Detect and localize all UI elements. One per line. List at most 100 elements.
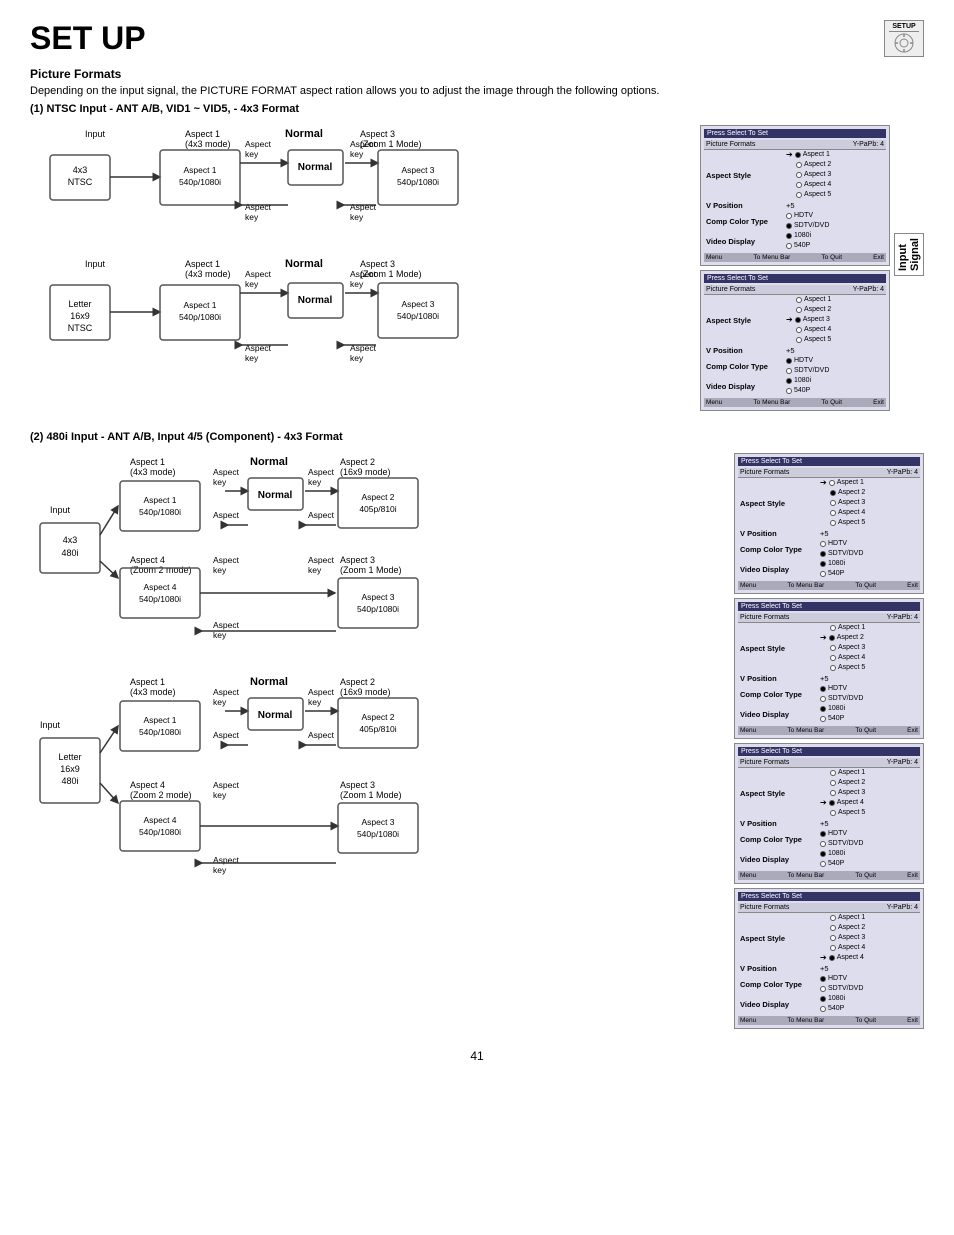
menu-option-aspect1-2: Aspect 1 — [786, 295, 831, 305]
menu-footer-tomenubar-6[interactable]: To Menu Bar — [787, 1017, 824, 1024]
svg-text:Aspect: Aspect — [308, 510, 335, 520]
menu-comp-options-5: HDTV SDTV/DVD — [820, 829, 863, 849]
menu-footer-toquit-6[interactable]: To Quit — [855, 1017, 876, 1024]
menu-vdisp-options-1: 1080i 540P — [786, 231, 811, 251]
menu-vdisp-1080-6: 1080i — [820, 994, 845, 1004]
svg-text:Letter: Letter — [68, 299, 91, 309]
menu-footer-exit-4[interactable]: Exit — [907, 727, 918, 734]
svg-text:Normal: Normal — [298, 162, 333, 173]
menu-footer-menu-6[interactable]: Menu — [740, 1017, 756, 1024]
section-title: Picture Formats — [30, 67, 924, 81]
menu-vdisp-540-4: 540P — [820, 714, 845, 724]
menu-option-a3-4: Aspect 3 — [820, 643, 865, 653]
svg-text:Aspect: Aspect — [350, 202, 377, 212]
menu-aspect-label-5: Aspect Style — [740, 788, 820, 799]
menu-footer-exit-3[interactable]: Exit — [907, 582, 918, 589]
menu-footer-menu-5[interactable]: Menu — [740, 872, 756, 879]
menu-footer-menu-1[interactable]: Menu — [706, 254, 722, 261]
menu-vpos-val-3: +5 — [820, 528, 829, 539]
svg-text:Input: Input — [50, 505, 71, 515]
menu-footer-tomenubar-2[interactable]: To Menu Bar — [753, 399, 790, 406]
svg-text:Aspect: Aspect — [245, 269, 272, 279]
radio-a5-6 — [829, 955, 835, 961]
radio-a1-6 — [830, 915, 836, 921]
svg-text:(16x9 mode): (16x9 mode) — [340, 467, 391, 477]
svg-text:4x3: 4x3 — [73, 165, 88, 175]
menu-vdisp-1080-5: 1080i — [820, 849, 845, 859]
menu-option-a5-4: Aspect 5 — [820, 663, 865, 673]
menu-footer-tomenubar-4[interactable]: To Menu Bar — [787, 727, 824, 734]
menu-footer-menu-3[interactable]: Menu — [740, 582, 756, 589]
svg-text:Aspect: Aspect — [213, 555, 240, 565]
menu-comp-hdtv-6: HDTV — [820, 974, 863, 984]
radio-sdtv-6 — [820, 986, 826, 992]
svg-text:540p/1080i: 540p/1080i — [139, 507, 181, 517]
svg-text:key: key — [213, 790, 227, 800]
svg-text:key: key — [350, 212, 364, 222]
menu-footer-toquit-3[interactable]: To Quit — [855, 582, 876, 589]
menu-vpos-label-6: V Position — [740, 963, 820, 974]
menu-vdisp-options-4: 1080i 540P — [820, 704, 845, 724]
menu-header-3: Press Select To Set — [738, 457, 920, 466]
svg-text:NTSC: NTSC — [68, 323, 93, 333]
480i-4x3-diagram: Aspect 1 (4x3 mode) Normal Aspect 2 (16x… — [30, 453, 490, 673]
svg-text:Normal: Normal — [250, 456, 288, 468]
menu-vdisp-540-1: 540P — [786, 241, 811, 251]
menu-vpos-val-5: +5 — [820, 818, 829, 829]
menu-comp-sdtv-3: SDTV/DVD — [820, 549, 863, 559]
menu-footer-toquit-4[interactable]: To Quit — [855, 727, 876, 734]
menu-footer-tomenubar-3[interactable]: To Menu Bar — [787, 582, 824, 589]
menu-footer-exit-6[interactable]: Exit — [907, 1017, 918, 1024]
radio-a5-4 — [830, 665, 836, 671]
menu-vpos-label-1: V Position — [706, 200, 786, 211]
menu-footer-exit-5[interactable]: Exit — [907, 872, 918, 879]
menu-footer-menu-2[interactable]: Menu — [706, 399, 722, 406]
menu-comp-hdtv-4: HDTV — [820, 684, 863, 694]
menu-footer-exit-1[interactable]: Exit — [873, 254, 884, 261]
menu-footer-toquit-1[interactable]: To Quit — [821, 254, 842, 261]
menu-vdisp-540-5: 540P — [820, 859, 845, 869]
menu-comp-row-1: Comp Color Type HDTV SDTV/DVD — [704, 211, 886, 231]
menu-vpos-row-1: V Position+5 — [704, 200, 886, 211]
menu-footer-toquit-5[interactable]: To Quit — [855, 872, 876, 879]
menu-footer-exit-2[interactable]: Exit — [873, 399, 884, 406]
radio-540-3 — [820, 571, 826, 577]
menu-option-a3-6: Aspect 3 — [820, 933, 865, 943]
menu-footer-menu-4[interactable]: Menu — [740, 727, 756, 734]
menu-press-label-5: Press Select To Set — [741, 748, 802, 755]
svg-text:key: key — [350, 149, 364, 159]
menu-comp-label-1: Comp Color Type — [706, 216, 786, 227]
radio-a5-5 — [830, 810, 836, 816]
menu-footer-toquit-2[interactable]: To Quit — [821, 399, 842, 406]
menu-options-2: Aspect 1 Aspect 2 ➔Aspect 3 Aspect 4 Asp… — [786, 295, 831, 345]
svg-text:Aspect 1: Aspect 1 — [185, 259, 220, 269]
svg-text:Normal: Normal — [285, 258, 323, 270]
svg-text:Aspect: Aspect — [350, 269, 377, 279]
svg-text:(16x9 mode): (16x9 mode) — [340, 687, 391, 697]
svg-text:key: key — [245, 212, 259, 222]
radio-a1-5 — [830, 770, 836, 776]
svg-text:Aspect 1: Aspect 1 — [143, 715, 176, 725]
menu-press-label-1: Press Select To Set — [707, 130, 768, 137]
radio-1080-5 — [820, 851, 826, 857]
menu-comp-sdtv-4: SDTV/DVD — [820, 694, 863, 704]
menu-footer-tomenubar-5[interactable]: To Menu Bar — [787, 872, 824, 879]
radio-1080-1 — [786, 233, 792, 239]
radio-aspect5-1 — [796, 192, 802, 198]
menu-aspect-label-3: Aspect Style — [740, 498, 820, 509]
menu-vdisp-row-3: Video Display 1080i 540P — [738, 559, 920, 579]
radio-sdtv-5 — [820, 841, 826, 847]
menu-footer-tomenubar-1[interactable]: To Menu Bar — [753, 254, 790, 261]
svg-text:540p/1080i: 540p/1080i — [179, 177, 221, 187]
radio-a1-2 — [796, 297, 802, 303]
svg-text:key: key — [308, 565, 322, 575]
ntsc-menus: Press Select To Set Picture Formats Y-Pa… — [700, 125, 890, 415]
menu-options-1: ➔Aspect 1 Aspect 2 Aspect 3 Aspect 4 Asp… — [786, 150, 831, 200]
menu-press-label-2: Press Select To Set — [707, 275, 768, 282]
menu-titlebar-2: Picture Formats Y-PaPb: 4 — [704, 285, 886, 295]
menu-vdisp-options-5: 1080i 540P — [820, 849, 845, 869]
svg-text:NTSC: NTSC — [68, 177, 93, 187]
svg-text:Aspect 4: Aspect 4 — [130, 555, 165, 565]
input-signal-label: InputSignal — [894, 233, 924, 276]
menu-comp-row-6: Comp Color Type HDTV SDTV/DVD — [738, 974, 920, 994]
